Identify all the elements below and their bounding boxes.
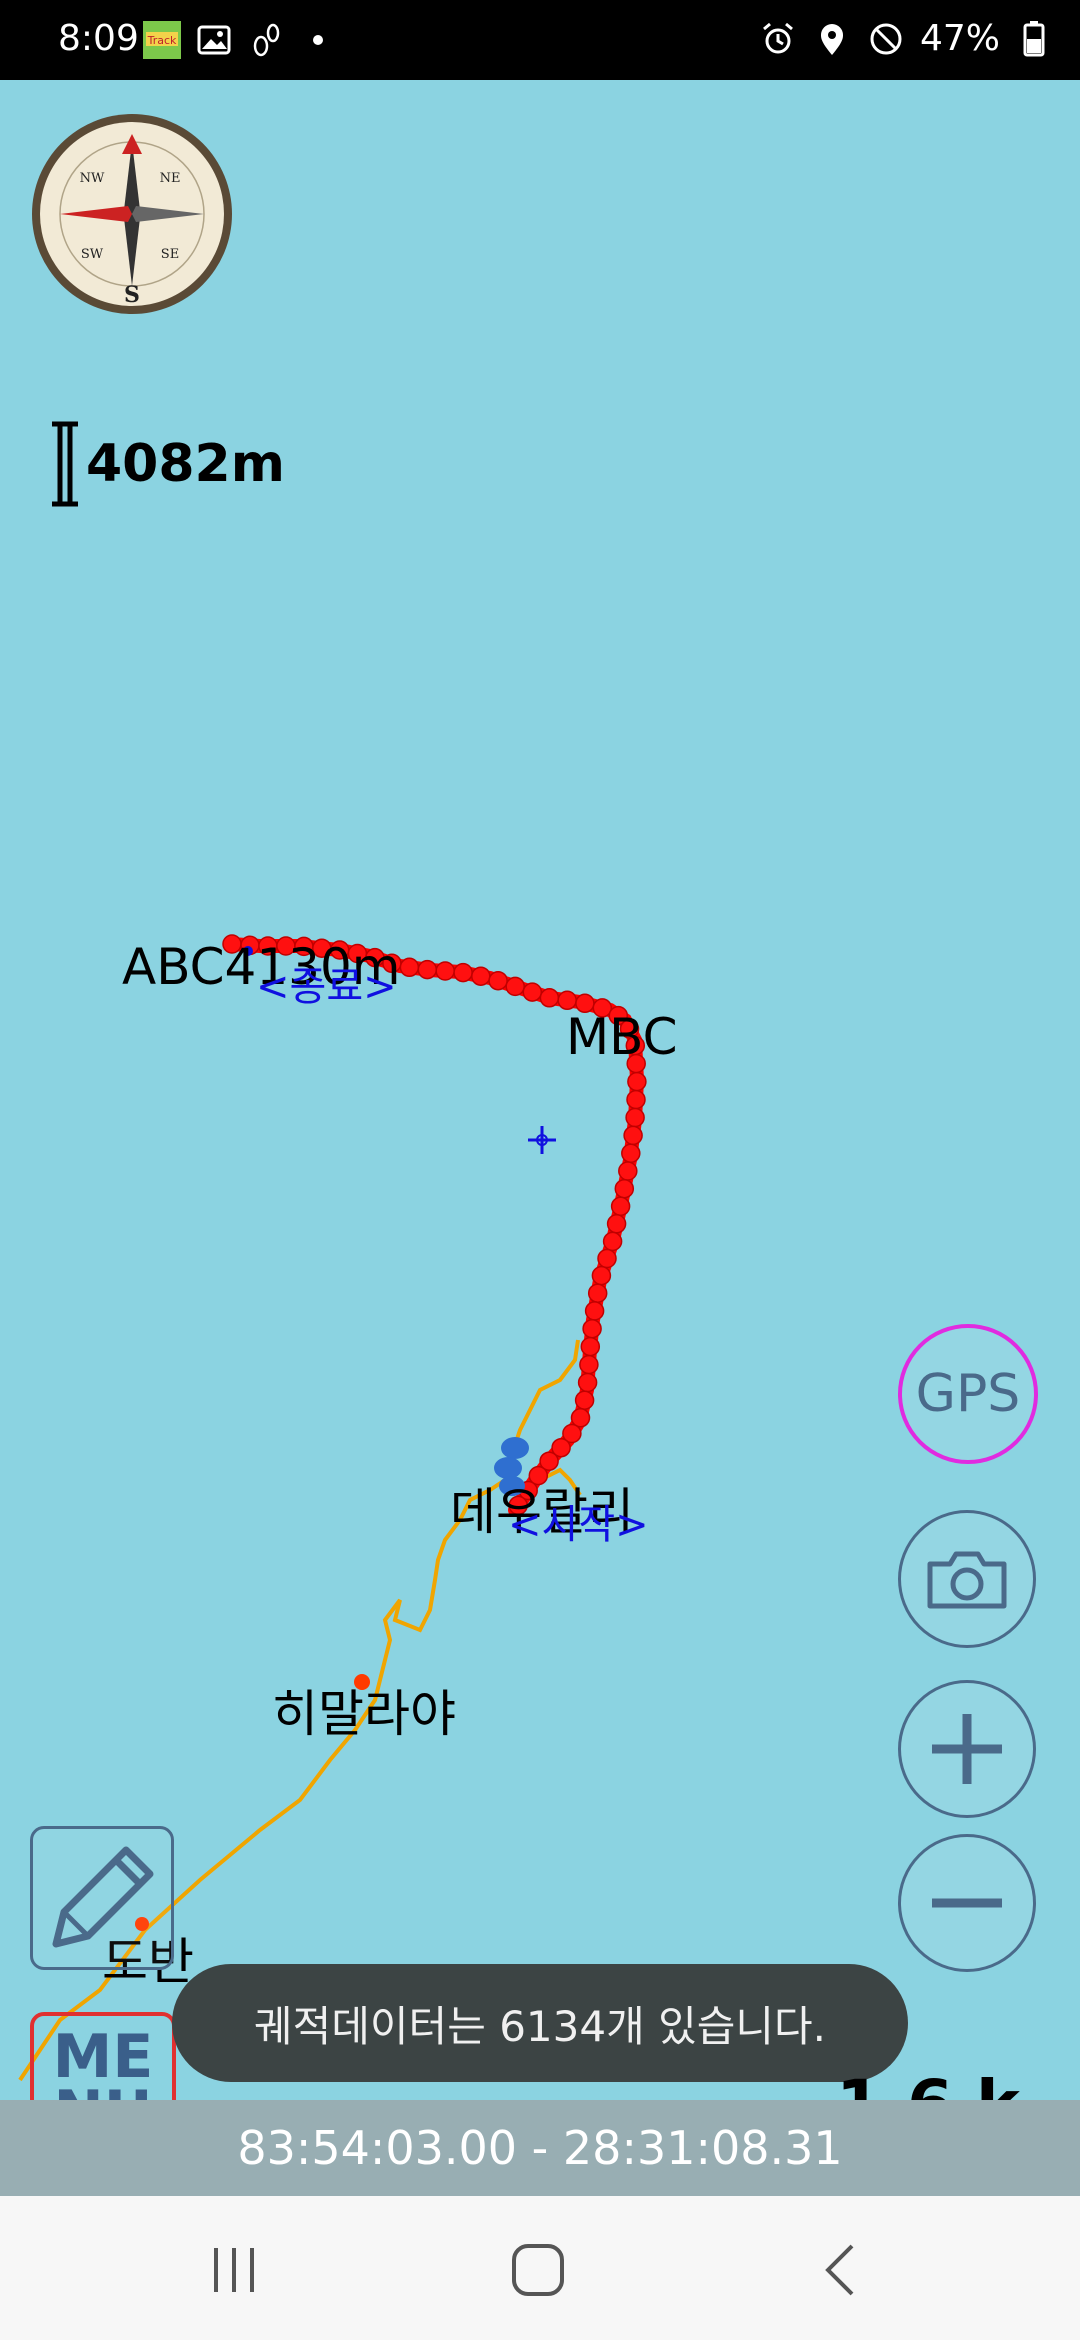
dot-icon [313,35,323,45]
track-point [606,1214,627,1234]
do-not-disturb-icon [870,23,902,54]
footprints-icon [253,23,280,57]
track-point [627,1071,647,1092]
status-icons-right: 47% [758,18,1054,59]
track-point [471,966,491,986]
status-time: 8:09 [58,18,139,59]
track-point [621,1143,641,1164]
altitude-bracket-icon [52,421,78,507]
track-point [417,959,438,980]
end-marker-label: <종료> [256,964,397,1010]
status-icons-left: Track [142,20,338,60]
track-point [591,1265,612,1286]
track-point [582,1318,602,1339]
battery-percent: 47% [919,18,1000,59]
track-point [614,1178,635,1199]
pencil-icon [52,1846,154,1948]
coordinates-text: 83:54:03.00 - 28:31:08.31 [237,2121,843,2175]
distance-readout: 4082m [50,420,285,508]
image-icon [197,25,231,55]
track-point [580,1336,601,1357]
navigation-bar [0,2196,1080,2340]
svg-text:NW: NW [80,171,105,186]
edit-button[interactable] [30,1826,174,1970]
map-view[interactable]: S NW NE SW SE 4082m ABC4130m <종료> MBC 데우… [0,80,1080,2158]
track-point [602,1231,623,1252]
alarm-icon [763,22,793,53]
status-bar: 8:09 Track 47% [0,0,1080,80]
track-point [522,982,543,1002]
track-point [625,1107,645,1128]
plus-icon [932,1714,1002,1784]
gps-button-label: GPS [915,1364,1021,1424]
track-point [584,1301,605,1321]
svg-text:Track: Track [147,34,177,47]
menu-label-line1: ME [52,2022,154,2092]
track-point [597,1248,617,1269]
track-point [399,957,420,978]
toast-message: 궤적데이터는 6134개 있습니다. [172,1964,908,2082]
location-pin-icon [820,23,843,55]
track-point [435,961,455,981]
coordinate-bar: 83:54:03.00 - 28:31:08.31 [0,2100,1080,2196]
back-icon[interactable] [812,2240,872,2300]
recent-apps-icon[interactable] [204,2240,264,2300]
track-point [539,988,560,1008]
track-point [610,1196,631,1217]
track-point [587,1283,608,1303]
place-label-himalaya: 히말라야 [272,1685,456,1743]
map-center-crosshair [528,1126,556,1154]
toast-text: 궤적데이터는 6134개 있습니다. [254,2001,826,2051]
compass-icon[interactable]: S NW NE SW SE [30,112,234,316]
track-point [626,1089,646,1110]
svg-text:SE: SE [161,247,179,262]
track-point [505,976,525,997]
track-point [618,1161,638,1181]
track-point [453,962,473,983]
track-point [574,1390,595,1410]
distance-value: 4082m [86,434,285,494]
svg-text:SW: SW [81,247,104,262]
svg-text:NE: NE [160,171,181,186]
zoom-out-button[interactable] [898,1834,1036,1972]
gps-button[interactable]: GPS [898,1324,1038,1464]
home-icon[interactable] [508,2240,568,2300]
battery-icon [1023,20,1045,56]
track-point [557,990,577,1011]
camera-icon [927,1551,1007,1609]
svg-text:S: S [124,282,140,308]
place-label-mbc: MBC [566,1008,678,1066]
track-point [579,1354,599,1375]
track-point [577,1372,598,1393]
zoom-in-button[interactable] [898,1680,1036,1818]
track-point [488,970,508,991]
minus-icon [932,1898,1002,1908]
camera-button[interactable] [898,1510,1036,1648]
start-marker-label: <시작> [508,1502,649,1548]
track-app-icon: Track [143,21,181,59]
track-point [623,1125,643,1146]
